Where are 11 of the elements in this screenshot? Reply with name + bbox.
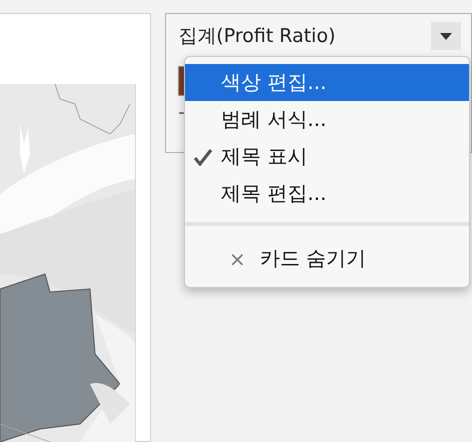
menu-item[interactable]: 제목 편집...	[185, 175, 469, 212]
dropdown-button[interactable]	[431, 22, 461, 50]
menu-item[interactable]: × 카드 숨기기	[185, 240, 469, 277]
legend-title: 집계(Profit Ratio)	[178, 24, 336, 49]
menu-item[interactable]: 제목 표시	[185, 138, 469, 175]
caret-icon	[440, 32, 452, 40]
legend-min-label: -	[178, 102, 185, 123]
menu-item[interactable]: 색상 편집...	[185, 64, 469, 101]
close-icon: ×	[229, 246, 246, 270]
checkmark-icon	[193, 148, 213, 166]
menu-item[interactable]: 범례 서식...	[185, 101, 469, 138]
